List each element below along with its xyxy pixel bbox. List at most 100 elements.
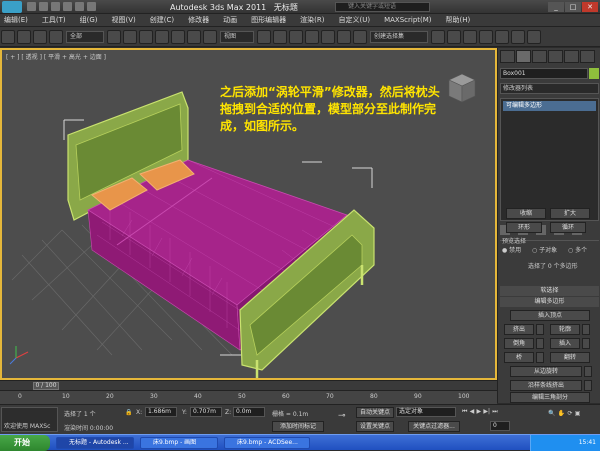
menu-edit[interactable]: 编辑(E) (4, 14, 28, 27)
play-icon[interactable]: ▶ (477, 408, 482, 415)
rotate-icon[interactable] (187, 30, 201, 44)
link-icon[interactable] (33, 30, 47, 44)
goto-start-icon[interactable]: ⏮ (462, 408, 467, 415)
auto-key-button[interactable]: 自动关键点 (356, 407, 394, 418)
set-key-button[interactable]: 设置关键点 (356, 421, 394, 432)
project-folder-icon[interactable] (87, 2, 96, 11)
x-coordinate-field[interactable]: 1.686m (145, 407, 177, 417)
redo-icon[interactable] (75, 2, 84, 11)
layer-icon[interactable] (463, 30, 477, 44)
inset-button[interactable]: 插入 (550, 338, 580, 349)
edit-named-sel-icon[interactable] (353, 30, 367, 44)
named-selection-dropdown[interactable]: 创建选择集 (370, 31, 428, 43)
manipulate-icon[interactable] (273, 30, 287, 44)
outline-settings-button[interactable] (582, 324, 590, 335)
current-frame-field[interactable]: 0 (490, 421, 510, 431)
ring-button[interactable]: 环形 (506, 222, 542, 233)
app-logo-icon[interactable] (2, 1, 22, 13)
spinner-snap-icon[interactable] (337, 30, 351, 44)
flip-button[interactable]: 翻转 (550, 352, 590, 363)
insert-vertex-button[interactable]: 插入顶点 (510, 310, 590, 321)
scale-icon[interactable] (203, 30, 217, 44)
create-tab-icon[interactable] (500, 50, 515, 63)
menu-animation[interactable]: 动画 (223, 14, 237, 27)
snap-icon[interactable] (289, 30, 303, 44)
next-frame-icon[interactable]: ▶| (483, 408, 490, 415)
task-paint[interactable]: 床9.bmp - 画图 (140, 437, 218, 449)
pan-icon[interactable]: ✋ (558, 410, 565, 417)
grow-button[interactable]: 扩大 (550, 208, 590, 219)
key-filters-button[interactable]: 关键点过滤器... (408, 421, 460, 432)
hinge-from-edge-button[interactable]: 从边旋转 (510, 366, 582, 377)
selected-object-dropdown[interactable]: 选定对象 (396, 407, 456, 417)
select-by-name-icon[interactable] (123, 30, 137, 44)
time-slider[interactable]: 0 / 100 (33, 382, 59, 390)
edit-polygons-rollout[interactable]: 编辑多边形 (500, 297, 599, 307)
menu-help[interactable]: 帮助(H) (446, 14, 471, 27)
display-tab-icon[interactable] (564, 50, 579, 63)
zoom-icon[interactable]: 🔍 (548, 410, 555, 417)
preview-subobj-radio[interactable]: ○ 子对象 (532, 245, 557, 254)
align-icon[interactable] (447, 30, 461, 44)
add-time-tag-button[interactable]: 添加时间标记 (272, 421, 324, 432)
task-acdsee[interactable]: 床9.bmp - ACDSee... (224, 437, 310, 449)
mirror-icon[interactable] (431, 30, 445, 44)
motion-tab-icon[interactable] (548, 50, 563, 63)
maximize-button[interactable]: □ (565, 2, 581, 12)
orbit-icon[interactable]: ⟳ (567, 410, 572, 417)
loop-button[interactable]: 循环 (550, 222, 586, 233)
maxscript-listener[interactable]: 欢迎使用 MAXSc (1, 407, 58, 432)
menu-modifiers[interactable]: 修改器 (188, 14, 209, 27)
menu-create[interactable]: 创建(C) (150, 14, 174, 27)
selection-filter-dropdown[interactable]: 全部 (66, 31, 104, 43)
viewcube-icon[interactable] (447, 72, 477, 106)
z-coordinate-field[interactable]: 0.0m (233, 407, 265, 417)
inset-settings-button[interactable] (582, 338, 590, 349)
redo-tool-icon[interactable] (17, 30, 31, 44)
undo-tool-icon[interactable] (1, 30, 15, 44)
move-icon[interactable] (171, 30, 185, 44)
save-icon[interactable] (51, 2, 60, 11)
undo-icon[interactable] (63, 2, 72, 11)
extrude-settings-button[interactable] (536, 324, 544, 335)
menu-graph-editors[interactable]: 图形编辑器 (251, 14, 286, 27)
hierarchy-tab-icon[interactable] (532, 50, 547, 63)
bridge-button[interactable]: 桥 (504, 352, 534, 363)
modify-tab-icon[interactable] (516, 50, 531, 63)
object-name-field[interactable]: Box001 (500, 68, 588, 79)
goto-end-icon[interactable]: ⏭ (492, 408, 497, 415)
bevel-settings-button[interactable] (536, 338, 544, 349)
window-crossing-icon[interactable] (155, 30, 169, 44)
menu-customize[interactable]: 自定义(U) (338, 14, 370, 27)
maximize-viewport-icon[interactable]: ▣ (575, 410, 581, 417)
soft-selection-rollout[interactable]: 软选择 (500, 286, 599, 296)
render-setup-icon[interactable] (511, 30, 525, 44)
open-file-icon[interactable] (39, 2, 48, 11)
perspective-viewport[interactable]: [ + ] [ 透视 ] [ 平滑 + 高光 + 边面 ] 之后添加“涡轮平滑”… (0, 48, 497, 380)
reference-coord-dropdown[interactable]: 视图 (220, 31, 254, 43)
stack-entry-editable-poly[interactable]: 可编辑多边形 (503, 101, 596, 111)
y-coordinate-field[interactable]: 0.707m (190, 407, 222, 417)
outline-button[interactable]: 轮廓 (550, 324, 580, 335)
select-object-icon[interactable] (107, 30, 121, 44)
search-input[interactable]: 键入关键字或短语 (335, 2, 430, 12)
new-file-icon[interactable] (27, 2, 36, 11)
bridge-settings-button[interactable] (536, 352, 544, 363)
hinge-settings-button[interactable] (584, 366, 592, 377)
material-editor-icon[interactable] (495, 30, 509, 44)
menu-group[interactable]: 组(G) (80, 14, 98, 27)
menu-maxscript[interactable]: MAXScript(M) (384, 14, 431, 27)
menu-rendering[interactable]: 渲染(R) (300, 14, 324, 27)
prev-frame-icon[interactable]: ◀ (470, 408, 475, 415)
utilities-tab-icon[interactable] (580, 50, 595, 63)
angle-snap-icon[interactable] (305, 30, 319, 44)
start-button[interactable]: 开始 (0, 435, 50, 451)
menu-views[interactable]: 视图(V) (112, 14, 136, 27)
render-icon[interactable] (527, 30, 541, 44)
preview-disabled-radio[interactable]: ● 禁用 (502, 245, 521, 254)
track-bar[interactable]: 0 10 20 30 40 50 60 70 80 90 100 (0, 390, 497, 404)
rect-selection-icon[interactable] (139, 30, 153, 44)
close-button[interactable]: ✕ (582, 2, 598, 12)
object-color-swatch[interactable] (589, 68, 599, 79)
key-icon[interactable]: ⊸ (338, 411, 346, 421)
